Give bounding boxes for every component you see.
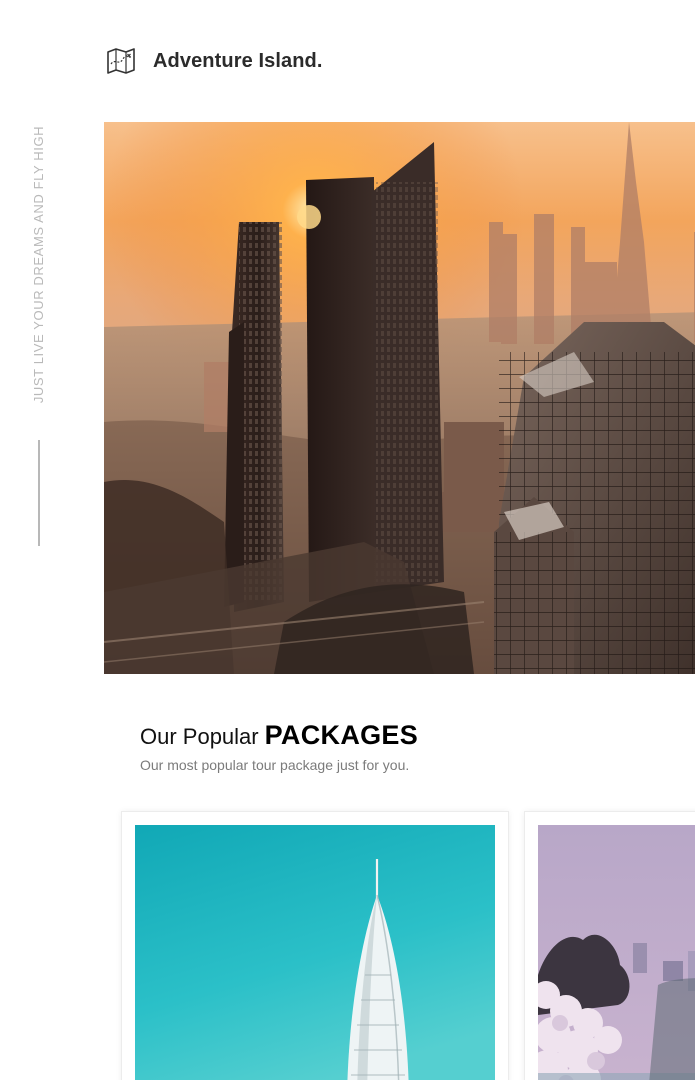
map-icon (107, 48, 135, 74)
side-divider-line (38, 440, 40, 546)
city-skyline-photo (104, 122, 695, 674)
brand-name: Adventure Island. (153, 49, 323, 72)
side-tagline-text: JUST LIVE YOUR DREAMS AND FLY HIGH (31, 125, 47, 404)
packages-heading-main: PACKAGES (264, 720, 419, 750)
page: JUST LIVE YOUR DREAMS AND FLY HIGH Adven… (0, 0, 695, 1080)
packages-heading-prefix: Our Popular (140, 724, 259, 749)
cherry-blossom-park-photo (538, 825, 695, 1080)
packages-subtitle: Our most popular tour package just for y… (140, 757, 410, 773)
hero-image (104, 122, 695, 674)
package-card-image[interactable] (538, 825, 695, 1080)
side-tagline: JUST LIVE YOUR DREAMS AND FLY HIGH (21, 111, 57, 418)
package-card[interactable] (121, 811, 509, 1080)
packages-heading: Our Popular PACKAGES (140, 720, 418, 751)
package-card[interactable] (524, 811, 695, 1080)
package-card-image[interactable] (135, 825, 495, 1080)
brand-logo[interactable]: Adventure Island. (106, 47, 323, 75)
burj-al-arab-tower-photo (135, 825, 495, 1080)
